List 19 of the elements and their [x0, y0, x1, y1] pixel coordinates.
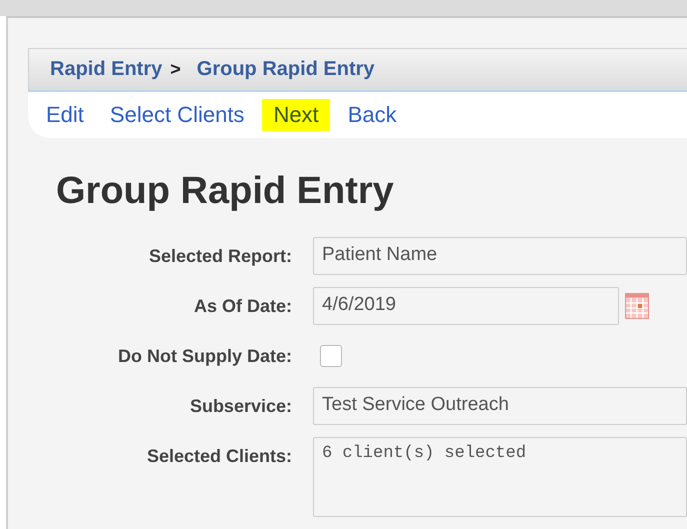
- field-label: Selected Clients:: [146, 445, 292, 468]
- breadcrumb-separator: >: [170, 59, 181, 80]
- menu-link[interactable]: Select Clients: [102, 99, 252, 131]
- text-field[interactable]: Test Service Outreach: [313, 387, 687, 425]
- field-label: As Of Date:: [192, 295, 292, 318]
- text-area[interactable]: 6 client(s) selected: [313, 437, 687, 517]
- date-field[interactable]: 4/6/2019: [313, 287, 619, 325]
- text-field[interactable]: Patient Name: [313, 237, 687, 275]
- breadcrumb-link[interactable]: Rapid Entry: [50, 58, 162, 81]
- checkbox[interactable]: [320, 345, 342, 367]
- breadcrumb-link[interactable]: Group Rapid Entry: [196, 58, 375, 81]
- menu-link[interactable]: Back: [340, 99, 405, 131]
- field-label: Selected Report:: [148, 245, 292, 268]
- page-heading: Group Rapid Entry: [56, 170, 395, 213]
- menu-link[interactable]: Edit: [38, 99, 92, 131]
- menu-link[interactable]: Next: [262, 99, 330, 131]
- field-label: Subservice:: [188, 395, 292, 418]
- field-label: Do Not Supply Date:: [117, 345, 292, 368]
- calendar-icon[interactable]: [625, 293, 649, 319]
